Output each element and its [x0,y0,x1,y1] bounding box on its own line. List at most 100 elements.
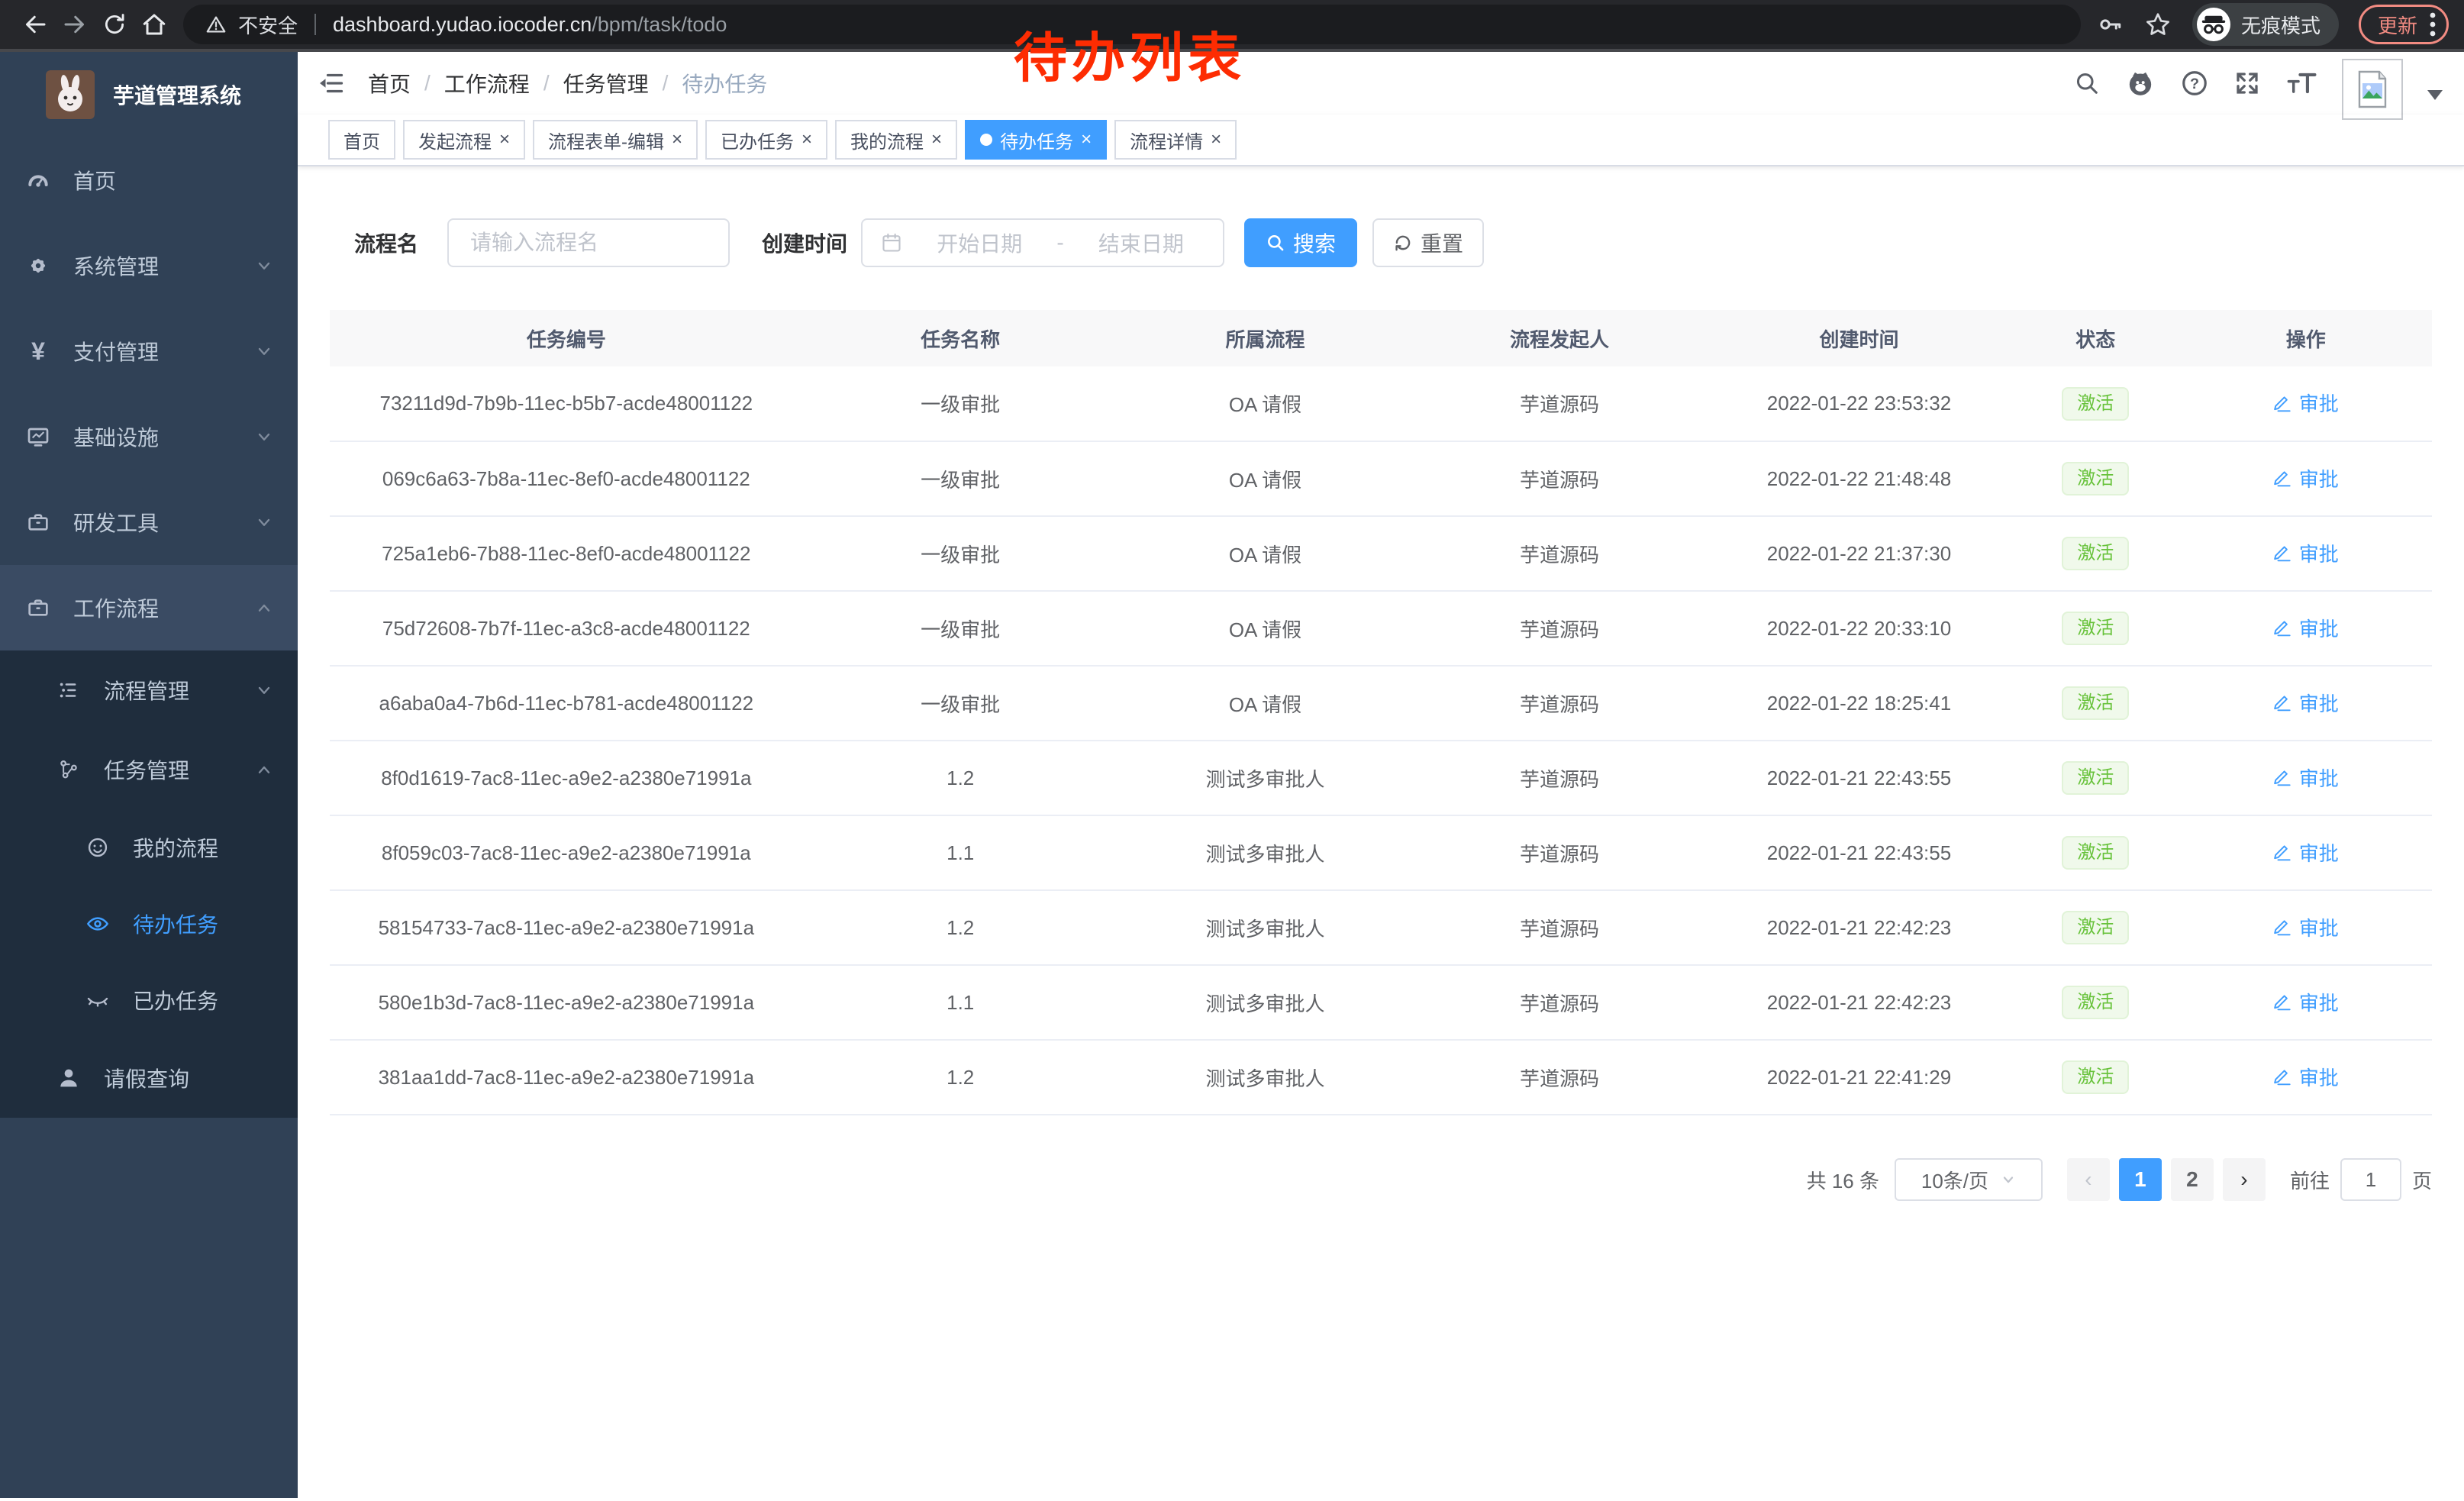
github-icon[interactable] [2125,68,2156,98]
audit-link[interactable]: 审批 [2273,614,2339,642]
audit-link[interactable]: 审批 [2273,838,2339,867]
sidebar-item-done-tasks[interactable]: 已办任务 [0,962,298,1038]
sidebar: 芋道管理系统 首页 系统管理 ¥ 支付管理 [0,52,298,1498]
sidebar-item-label: 研发工具 [73,507,159,537]
goto-page-input[interactable] [2340,1158,2401,1201]
tab-done-tasks[interactable]: 已办任务× [705,120,827,160]
page-size-select[interactable]: 10条/页 [1895,1158,2043,1201]
cell-create-time: 2022-01-22 18:25:41 [1707,666,2011,741]
audit-link[interactable]: 审批 [2273,539,2339,567]
sidebar-item-task-management[interactable]: 任务管理 [0,730,298,809]
breadcrumb-item[interactable]: 任务管理 [563,68,649,98]
sidebar-item-home[interactable]: 首页 [0,137,298,223]
sidebar-item-devtools[interactable]: 研发工具 [0,479,298,565]
page-button-1[interactable]: 1 [2119,1158,2162,1201]
tab-process-detail[interactable]: 流程详情× [1114,120,1237,160]
status-badge: 激活 [2062,612,2129,645]
column-header-process: 所属流程 [1118,310,1413,366]
column-header-starter: 流程发起人 [1412,310,1707,366]
browser-forward-button[interactable] [55,5,95,44]
cell-create-time: 2022-01-22 20:33:10 [1707,591,2011,666]
chevron-up-icon [255,760,273,779]
sidebar-item-label: 工作流程 [73,592,159,623]
cell-process: OA 请假 [1118,441,1413,516]
browser-back-button[interactable] [15,5,55,44]
sidebar-menu: 首页 系统管理 ¥ 支付管理 基础设施 [0,137,298,1118]
eye-icon [85,912,110,936]
sidebar-item-system[interactable]: 系统管理 [0,223,298,308]
column-header-task-id: 任务编号 [330,310,803,366]
help-icon[interactable]: ? [2180,69,2209,98]
goto-label: 前往 [2290,1166,2330,1194]
audit-link[interactable]: 审批 [2273,988,2339,1016]
tab-todo-tasks-active[interactable]: 待办任务× [965,120,1107,160]
app-title: 芋道管理系统 [113,79,241,110]
reset-button[interactable]: 重置 [1372,218,1484,267]
start-date-placeholder[interactable]: 开始日期 [916,228,1043,258]
sidebar-item-leave-query[interactable]: 请假查询 [0,1038,298,1118]
user-avatar[interactable] [2342,59,2403,120]
sidebar-toggle-icon[interactable] [318,69,345,97]
screen: 不安全 dashboard.yudao.iocoder.cn/bpm/task/… [0,0,2464,1501]
font-size-icon[interactable] [2285,69,2317,98]
prev-page-button[interactable]: ‹ [2067,1158,2110,1201]
audit-link-label: 审批 [2299,539,2339,567]
cell-task-name: 1.2 [803,741,1118,815]
audit-link[interactable]: 审批 [2273,389,2339,417]
end-date-placeholder[interactable]: 结束日期 [1078,228,1205,258]
search-icon[interactable] [2073,69,2101,97]
sidebar-item-workflow[interactable]: 工作流程 [0,565,298,650]
tab-process-form-edit[interactable]: 流程表单-编辑× [533,120,698,160]
browser-update-button[interactable]: 更新 [2359,5,2449,44]
close-icon[interactable]: × [931,131,942,149]
table-row: 75d72608-7b7f-11ec-a3c8-acde48001122 一级审… [330,591,2432,666]
app-logo-row[interactable]: 芋道管理系统 [0,52,298,137]
sidebar-item-todo-tasks[interactable]: 待办任务 [0,886,298,962]
incognito-label: 无痕模式 [2241,11,2320,39]
close-icon[interactable]: × [1081,131,1092,149]
audit-link[interactable]: 审批 [2273,913,2339,941]
sidebar-item-my-process[interactable]: 我的流程 [0,809,298,886]
process-name-input[interactable] [447,218,730,267]
cell-create-time: 2022-01-22 23:53:32 [1707,366,2011,441]
sidebar-item-process-management[interactable]: 流程管理 [0,650,298,730]
search-button[interactable]: 搜索 [1244,218,1357,267]
page-button-2[interactable]: 2 [2171,1158,2214,1201]
close-icon[interactable]: × [1211,131,1221,149]
browser-reload-button[interactable] [95,5,134,44]
cell-task-id: 8f0d1619-7ac8-11ec-a9e2-a2380e71991a [330,741,803,815]
avatar-dropdown-caret-icon[interactable] [2427,90,2443,101]
audit-link[interactable]: 审批 [2273,464,2339,492]
close-icon[interactable]: × [801,131,812,149]
audit-link[interactable]: 审批 [2273,689,2339,717]
tab-start-process[interactable]: 发起流程× [403,120,525,160]
eye-closed-icon [85,988,110,1012]
yen-icon: ¥ [26,339,50,363]
breadcrumb-item[interactable]: 工作流程 [444,68,530,98]
cell-task-id: 580e1b3d-7ac8-11ec-a9e2-a2380e71991a [330,965,803,1040]
bookmark-star-icon[interactable] [2143,10,2172,39]
date-range-separator: - [1056,231,1063,255]
sidebar-item-label: 流程管理 [104,675,189,705]
close-icon[interactable]: × [672,131,682,149]
audit-link[interactable]: 审批 [2273,1063,2339,1091]
browser-menu-dots-icon[interactable] [2430,12,2436,37]
date-range-picker[interactable]: 开始日期 - 结束日期 [861,218,1224,267]
key-icon[interactable] [2096,11,2124,38]
close-icon[interactable]: × [499,131,510,149]
next-page-button[interactable]: › [2223,1158,2266,1201]
cell-task-name: 1.1 [803,815,1118,890]
monitor-icon [26,424,50,449]
fullscreen-icon[interactable] [2233,69,2261,97]
sidebar-item-payment[interactable]: ¥ 支付管理 [0,308,298,394]
pen-icon [2273,393,2293,413]
browser-home-button[interactable] [134,5,174,44]
audit-link-label: 审批 [2299,389,2339,417]
audit-link[interactable]: 审批 [2273,763,2339,792]
tab-my-process[interactable]: 我的流程× [835,120,957,160]
tab-home[interactable]: 首页 [328,120,395,160]
breadcrumb-item[interactable]: 首页 [368,68,411,98]
chevron-down-icon [2001,1172,2016,1187]
cell-create-time: 2022-01-22 21:37:30 [1707,516,2011,591]
sidebar-item-infrastructure[interactable]: 基础设施 [0,394,298,479]
